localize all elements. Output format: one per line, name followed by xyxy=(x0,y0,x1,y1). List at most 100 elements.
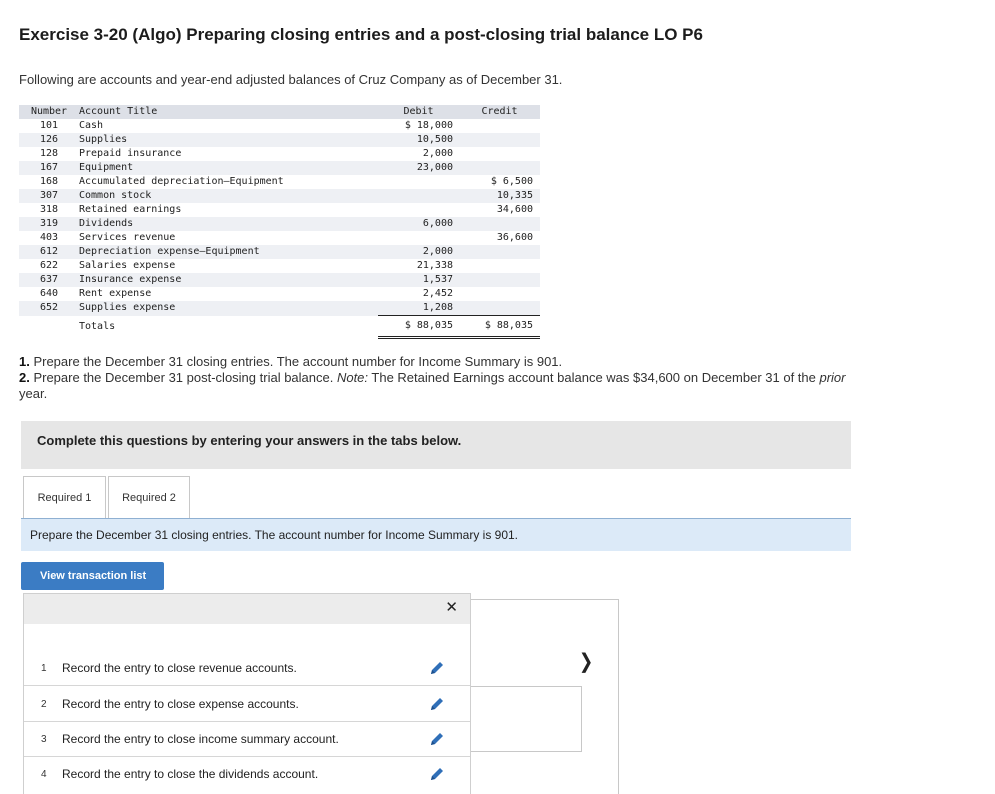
debit-value: 10,500 xyxy=(378,133,459,147)
account-number: 622 xyxy=(39,260,59,271)
transaction-entry[interactable]: 2 Record the entry to close expense accou… xyxy=(24,687,470,722)
totals-spacer xyxy=(19,315,79,338)
account-title: Services revenue xyxy=(79,232,176,243)
account-title: Common stock xyxy=(79,189,378,203)
tab-required-1[interactable]: Required 1 xyxy=(23,476,106,518)
credit-value: $ 6,500 xyxy=(490,176,533,187)
view-transaction-list-button[interactable]: View transaction list xyxy=(21,562,164,590)
instructions-banner: Complete this questions by entering your… xyxy=(21,421,851,469)
credit-value xyxy=(459,133,540,147)
account-number: 307 xyxy=(19,189,79,203)
account-title: Retained earnings xyxy=(79,204,182,215)
account-title: Prepaid insurance xyxy=(79,148,182,159)
table-row: 168 Accumulated depreciation—Equipment $ 6… xyxy=(19,175,540,189)
totals-label: Totals xyxy=(79,315,378,338)
account-number: 167 xyxy=(19,161,79,175)
table-row: 126 Supplies 10,500 xyxy=(19,133,540,147)
transaction-entry[interactable]: 4 Record the entry to close the dividends… xyxy=(24,757,470,792)
debit-value: 23,000 xyxy=(378,161,459,175)
pencil-icon[interactable] xyxy=(429,766,445,782)
header-credit: Credit xyxy=(459,105,540,119)
debit-value: 2,000 xyxy=(378,245,459,259)
header-number: Number xyxy=(19,105,79,119)
account-title: Equipment xyxy=(79,161,378,175)
pencil-icon[interactable] xyxy=(429,731,445,747)
table-row: 640 Rent expense 2,452 xyxy=(19,287,540,301)
entry-text: Record the entry to close expense accoun… xyxy=(62,697,299,711)
entry-number: 1 xyxy=(41,663,47,674)
debit-value xyxy=(378,231,459,245)
account-title: Supplies expense xyxy=(79,301,378,316)
account-number: 652 xyxy=(19,301,79,316)
debit-value xyxy=(378,203,459,217)
credit-value xyxy=(459,217,540,231)
chevron-right-icon[interactable]: ❯ xyxy=(579,650,593,674)
prompt-text: Prepare the December 31 closing entries.… xyxy=(30,528,519,542)
journal-side-box xyxy=(471,686,582,752)
debit-value: 1,208 xyxy=(378,301,459,316)
account-number: 318 xyxy=(39,204,59,215)
table-row: 612 Depreciation expense—Equipment 2,000 xyxy=(19,245,540,259)
table-row: 307 Common stock 10,335 xyxy=(19,189,540,203)
pencil-icon[interactable] xyxy=(429,696,445,712)
page-title: Exercise 3-20 (Algo) Preparing closing e… xyxy=(19,25,703,44)
credit-value xyxy=(459,161,540,175)
transaction-entry[interactable]: 3 Record the entry to close income summar… xyxy=(24,722,470,757)
credit-value xyxy=(459,245,540,259)
table-row: 622 Salaries expense 21,338 xyxy=(19,259,540,273)
transaction-entry[interactable]: 1 Record the entry to close revenue accou… xyxy=(24,651,470,686)
prompt-bar: Prepare the December 31 closing entries.… xyxy=(21,518,851,551)
table-row: 167 Equipment 23,000 xyxy=(19,161,540,175)
account-number: 319 xyxy=(19,217,79,231)
totals-row: Totals $ 88,035 $ 88,035 xyxy=(19,315,540,339)
account-number: 403 xyxy=(39,232,59,243)
totals-credit: $ 88,035 xyxy=(459,315,540,339)
entry-number: 2 xyxy=(41,699,47,710)
credit-value xyxy=(459,301,540,316)
intro-text: Following are accounts and year-end adju… xyxy=(19,72,563,87)
debit-value xyxy=(378,175,459,189)
account-title: Cash xyxy=(79,120,104,131)
debit-value xyxy=(378,189,459,203)
debit-value: 1,537 xyxy=(378,273,459,287)
account-title: Rent expense xyxy=(79,288,152,299)
account-number: 612 xyxy=(19,245,79,259)
debit-value: 2,000 xyxy=(422,148,453,159)
entry-text: Record the entry to close income summary… xyxy=(62,732,339,746)
instructions: 1. Prepare the December 31 closing entri… xyxy=(19,354,869,402)
account-title: Insurance expense xyxy=(79,273,378,287)
instruction-2: 2. Prepare the December 31 post-closing … xyxy=(19,370,846,401)
entry-text: Record the entry to close the dividends … xyxy=(62,767,319,781)
credit-value xyxy=(459,119,540,133)
table-row: 101 Cash $ 18,000 xyxy=(19,119,540,133)
pencil-icon[interactable] xyxy=(429,660,445,676)
debit-value: $ 18,000 xyxy=(404,120,453,131)
account-title: Dividends xyxy=(79,217,378,231)
table-row: 403 Services revenue 36,600 xyxy=(19,231,540,245)
table-row: 637 Insurance expense 1,537 xyxy=(19,273,540,287)
tab-required-2[interactable]: Required 2 xyxy=(108,476,190,518)
debit-value: 6,000 xyxy=(378,217,459,231)
account-number: 640 xyxy=(39,288,59,299)
credit-value: 36,600 xyxy=(496,232,533,243)
entry-number: 4 xyxy=(41,769,47,780)
entry-number: 3 xyxy=(41,734,47,745)
panel-header: ✕ xyxy=(24,594,470,624)
account-number: 126 xyxy=(19,133,79,147)
banner-text: Complete this questions by entering your… xyxy=(37,433,462,448)
credit-value xyxy=(459,147,540,161)
table-row: 318 Retained earnings 34,600 xyxy=(19,203,540,217)
instruction-1: 1. Prepare the December 31 closing entri… xyxy=(19,354,563,369)
debit-value: 21,338 xyxy=(416,260,453,271)
account-number: 637 xyxy=(19,273,79,287)
table-header-row: Number Account Title Debit Credit xyxy=(19,105,540,119)
transaction-list-panel: ✕ 1 Record the entry to close revenue acc… xyxy=(23,593,471,794)
close-icon[interactable]: ✕ xyxy=(445,598,458,616)
table-row: 128 Prepaid insurance 2,000 xyxy=(19,147,540,161)
totals-debit: $ 88,035 xyxy=(378,315,459,339)
credit-value: 10,335 xyxy=(459,189,540,203)
debit-value: 2,452 xyxy=(422,288,453,299)
account-title: Salaries expense xyxy=(79,260,176,271)
header-account-title: Account Title xyxy=(79,105,378,119)
credit-value: 34,600 xyxy=(496,204,533,215)
